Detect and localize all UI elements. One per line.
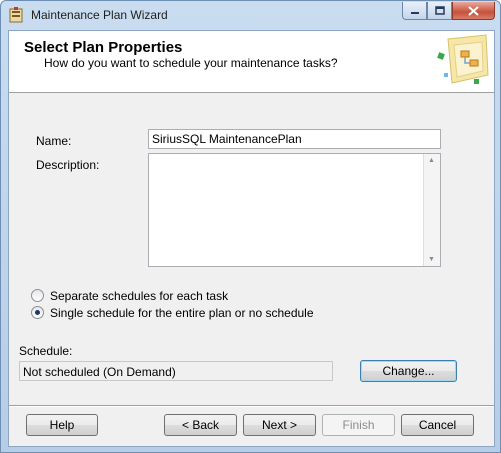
window-title: Maintenance Plan Wizard [31, 8, 168, 22]
help-button[interactable]: Help [26, 414, 98, 436]
description-scrollbar[interactable]: ▲ ▼ [423, 154, 440, 266]
schedule-label: Schedule: [19, 344, 73, 358]
footer-divider [9, 405, 494, 407]
minimize-icon [410, 11, 419, 14]
name-label: Name: [36, 134, 72, 148]
close-icon [468, 5, 479, 16]
finish-button: Finish [322, 414, 395, 436]
wizard-window: Maintenance Plan Wizard Select Plan Prop… [0, 0, 501, 453]
app-icon [9, 7, 23, 23]
scroll-down-icon[interactable]: ▼ [428, 256, 435, 263]
wizard-page: Select Plan Properties How do you want t… [8, 30, 495, 447]
radio-single-schedule[interactable] [31, 306, 44, 319]
minimize-button[interactable] [402, 2, 427, 20]
cancel-button[interactable]: Cancel [401, 414, 474, 436]
maximize-icon [434, 6, 445, 15]
radio-separate-schedules[interactable] [31, 289, 44, 302]
back-button[interactable]: < Back [164, 414, 237, 436]
scroll-up-icon[interactable]: ▲ [428, 157, 435, 164]
caption-buttons [402, 2, 495, 21]
description-textarea[interactable]: ▲ ▼ [148, 153, 441, 267]
maximize-button[interactable] [427, 2, 452, 20]
wizard-graphic-icon [437, 34, 489, 84]
description-label: Description: [36, 158, 100, 172]
radio-single-schedule-label[interactable]: Single schedule for the entire plan or n… [50, 306, 314, 320]
title-bar[interactable]: Maintenance Plan Wizard [1, 1, 500, 29]
radio-separate-schedules-label[interactable]: Separate schedules for each task [50, 289, 228, 303]
wizard-header: Select Plan Properties How do you want t… [9, 31, 494, 93]
page-title: Select Plan Properties [24, 39, 183, 56]
next-button[interactable]: Next > [243, 414, 316, 436]
page-subtitle: How do you want to schedule your mainten… [44, 56, 338, 70]
name-input[interactable]: SiriusSQL MaintenancePlan [148, 129, 441, 149]
change-schedule-button[interactable]: Change... [360, 360, 457, 382]
close-button[interactable] [452, 2, 495, 20]
schedule-value: Not scheduled (On Demand) [19, 361, 333, 381]
